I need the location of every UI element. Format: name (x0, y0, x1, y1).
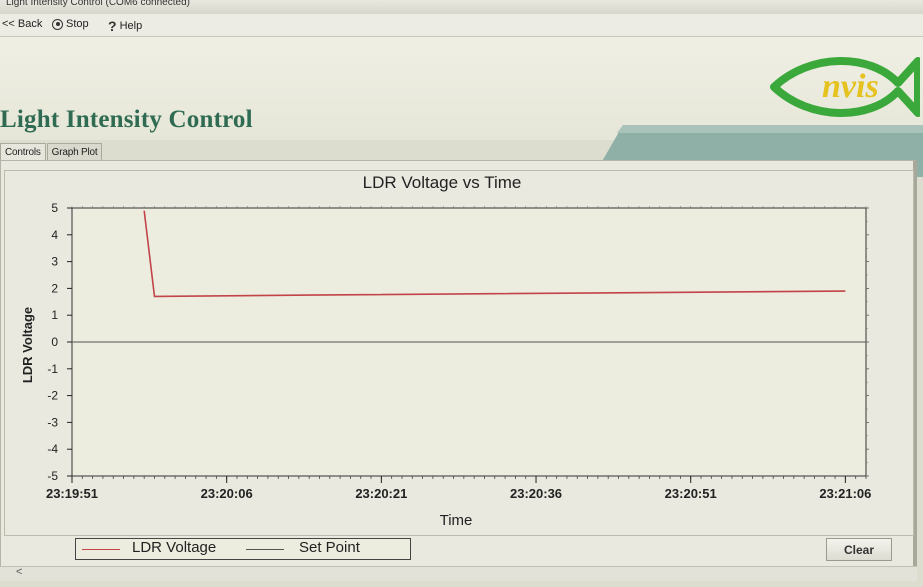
ldr-chart: LDR Voltage vs Time LDR Voltage Time 23:… (20, 173, 871, 529)
y-tick-label: 4 (51, 228, 58, 242)
y-tick-label: 3 (51, 255, 58, 269)
x-tick-label: 23:19:51 (46, 486, 98, 501)
y-tick-label: -1 (47, 362, 58, 376)
y-tick-label: 5 (51, 201, 58, 215)
y-tick-label: 2 (51, 281, 58, 295)
clear-button[interactable]: Clear (826, 538, 892, 561)
legend-setpoint-label: Set Point (299, 539, 360, 556)
y-tick-label: 1 (51, 308, 58, 322)
x-axis-label: Time (440, 512, 473, 529)
horizontal-scrollbar[interactable]: < (0, 566, 917, 581)
scroll-left-arrow-icon[interactable]: < (16, 566, 22, 578)
x-tick-label: 23:20:21 (355, 486, 407, 501)
chart-title: LDR Voltage vs Time (363, 173, 522, 192)
y-tick-label: 0 (51, 335, 58, 349)
x-tick-label: 23:20:51 (665, 486, 717, 501)
y-tick-label: -3 (47, 415, 58, 429)
y-tick-label: -2 (47, 389, 58, 403)
legend-ldr-label: LDR Voltage (132, 539, 217, 556)
legend-ldr-swatch (82, 549, 120, 550)
y-tick-label: -4 (47, 442, 58, 456)
y-axis-label: LDR Voltage (20, 307, 35, 383)
chart-legend: LDR Voltage Set Point (75, 538, 411, 560)
x-tick-label: 23:20:06 (201, 486, 253, 501)
legend-setpoint-swatch (246, 549, 284, 550)
y-tick-label: -5 (47, 469, 58, 483)
x-tick-label: 23:21:06 (819, 486, 871, 501)
x-tick-label: 23:20:36 (510, 486, 562, 501)
